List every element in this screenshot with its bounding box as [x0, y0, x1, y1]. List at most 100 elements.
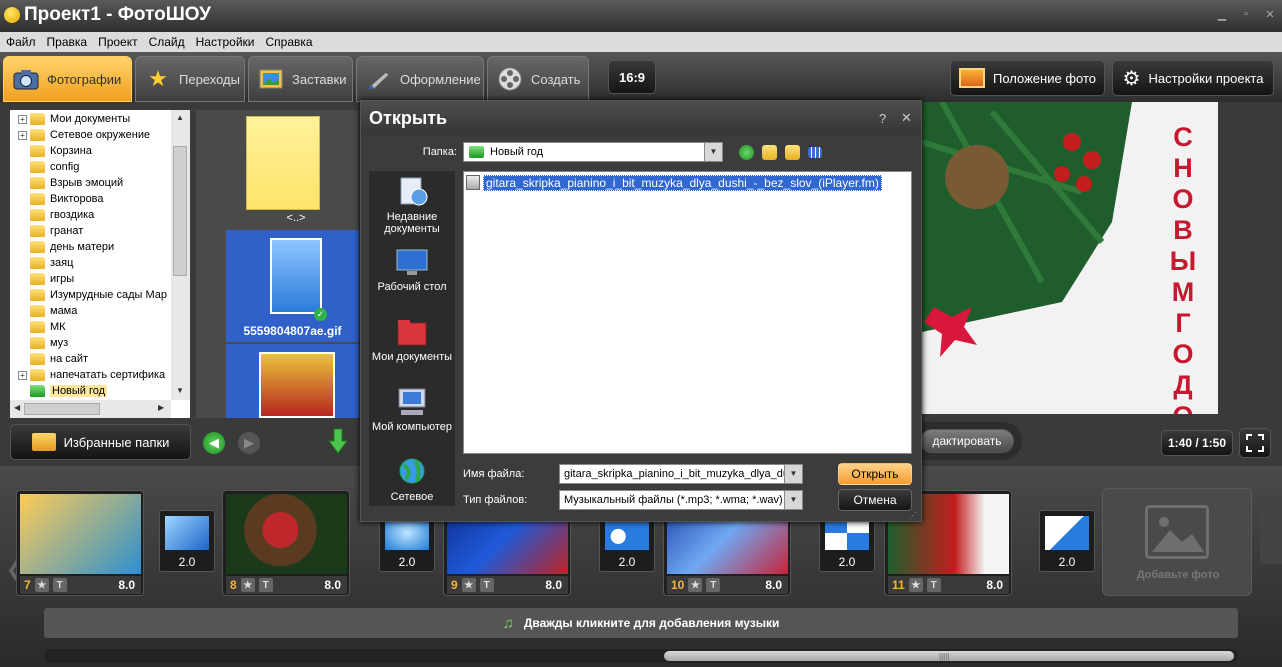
slide-8[interactable]: 8 ★ T 8.0 [222, 490, 350, 596]
text-icon[interactable]: T [706, 578, 721, 592]
star-icon[interactable]: ★ [908, 578, 923, 592]
place-network[interactable]: Сетевое [369, 457, 455, 503]
expand-icon[interactable]: + [18, 370, 27, 380]
aspect-ratio-button[interactable]: 16:9 [608, 60, 656, 94]
thumbnail-selected[interactable]: ✓ 5559804807ae.gif [226, 230, 359, 342]
folder-up-icon[interactable] [246, 116, 320, 210]
photo-position-button[interactable]: Положение фото [950, 60, 1105, 96]
menu-settings[interactable]: Настройки [190, 32, 260, 49]
tab-photos[interactable]: Фотографии [3, 56, 132, 102]
tree-item[interactable]: Корзина [10, 143, 171, 159]
file-item[interactable]: gitara_skripka_pianino_i_bit_muzyka_dlya… [466, 174, 882, 191]
my-documents-icon [395, 317, 429, 347]
tree-item[interactable]: игры [10, 271, 171, 287]
folder-icon [30, 321, 45, 333]
dialog-close-icon[interactable]: ✕ [901, 110, 912, 126]
transition-5[interactable]: 2.0 [1039, 510, 1095, 572]
minimize-icon[interactable]: ▁ [1214, 8, 1230, 21]
star-icon[interactable]: ★ [240, 578, 255, 592]
tab-transitions[interactable]: ★ Переходы [135, 56, 245, 102]
folder-tree[interactable]: + Мои документы + Сетевое окружение Корзина c… [10, 110, 190, 418]
tree-item[interactable]: Взрыв эмоций [10, 175, 171, 191]
tree-item[interactable]: + Мои документы [10, 111, 171, 127]
file-list[interactable]: gitara_skripka_pianino_i_bit_muzyka_dlya… [463, 171, 912, 454]
place-desktop[interactable]: Рабочий стол [369, 247, 455, 293]
music-track[interactable]: ♫ Дважды кликните для добавления музыки [44, 608, 1238, 638]
fullscreen-icon[interactable] [1239, 428, 1271, 458]
menu-project[interactable]: Проект [92, 32, 143, 49]
expand-icon[interactable]: + [18, 130, 27, 140]
tree-item[interactable]: МК [10, 319, 171, 335]
menu-help[interactable]: Справка [259, 32, 317, 49]
tree-horizontal-scrollbar[interactable]: ◀ ▶ [10, 400, 171, 418]
close-icon[interactable]: ✕ [1262, 8, 1278, 21]
star-icon[interactable]: ★ [688, 578, 703, 592]
slide-duration: 8.0 [118, 578, 135, 592]
tree-item[interactable]: Новый год [10, 383, 171, 399]
place-my-computer[interactable]: Мой компьютер [369, 387, 455, 433]
folder-icon [30, 209, 45, 221]
tab-intros[interactable]: Заставки [248, 56, 353, 102]
place-my-documents[interactable]: Мои документы [369, 317, 455, 363]
thumbnail-filename: 5559804807ae.gif [243, 324, 342, 338]
folder-select-value: Новый год [490, 146, 544, 158]
tree-item[interactable]: на сайт [10, 351, 171, 367]
menu-slide[interactable]: Слайд [143, 32, 190, 49]
star-icon[interactable]: ★ [461, 578, 476, 592]
tree-item[interactable]: день матери [10, 239, 171, 255]
tree-item[interactable]: config [10, 159, 171, 175]
forward-arrow-icon[interactable]: ▶ [238, 432, 260, 454]
folder-icon [30, 161, 45, 173]
filename-label: Имя файла: [463, 468, 525, 480]
slide-7[interactable]: 7 ★ T 8.0 [16, 490, 144, 596]
cancel-button[interactable]: Отмена [838, 489, 912, 511]
expand-icon[interactable]: + [18, 114, 27, 124]
filetype-select[interactable]: Музыкальный файлы (*.mp3; *.wma; *.wav) … [559, 490, 803, 510]
timeline-scrollbar[interactable]: ||||| [44, 649, 1238, 663]
tree-item[interactable]: + Сетевое окружение [10, 127, 171, 143]
help-icon[interactable]: ? [879, 111, 886, 126]
tree-item[interactable]: Викторова [10, 191, 171, 207]
add-photo-slot[interactable]: Добавьте фото [1102, 488, 1252, 596]
new-folder-icon[interactable] [785, 145, 800, 160]
tab-design[interactable]: Оформление [356, 56, 484, 102]
add-down-arrow-icon[interactable] [328, 428, 348, 454]
tree-item[interactable]: + напечатать сертифика [10, 367, 171, 383]
folder-up-icon[interactable] [762, 145, 777, 160]
folder-select[interactable]: Новый год ▼ [463, 142, 723, 162]
recent-documents-icon [395, 177, 429, 207]
text-icon[interactable]: T [52, 578, 67, 592]
tab-create[interactable]: Создать [487, 56, 589, 102]
resize-grip-icon[interactable]: ⋰ [909, 511, 917, 520]
tree-item[interactable]: гвоздика [10, 207, 171, 223]
tree-item[interactable]: муз [10, 335, 171, 351]
maximize-icon[interactable]: ▫ [1238, 8, 1254, 20]
nav-back-icon[interactable] [739, 145, 754, 160]
menu-edit[interactable]: Правка [41, 32, 93, 49]
place-recent[interactable]: Недавние документы [369, 177, 455, 235]
tree-item[interactable]: Изумрудные сады Мар [10, 287, 171, 303]
transition-duration: 2.0 [178, 555, 196, 569]
back-arrow-icon[interactable]: ◀ [203, 432, 225, 454]
tree-item[interactable]: заяц [10, 255, 171, 271]
tab-photos-label: Фотографии [47, 71, 122, 87]
slide-number: 10 [671, 578, 685, 592]
tree-vertical-scrollbar[interactable]: ▲ ▼ [171, 110, 190, 400]
favorite-folders-button[interactable]: Избранные папки [10, 424, 191, 460]
open-button[interactable]: Открыть [838, 463, 912, 485]
text-icon[interactable]: T [479, 578, 494, 592]
project-settings-button[interactable]: ⚙ Настройки проекта [1112, 60, 1274, 96]
menu-file[interactable]: Файл [0, 32, 41, 49]
view-menu-icon[interactable] [808, 147, 822, 158]
tree-item[interactable]: мама [10, 303, 171, 319]
star-icon[interactable]: ★ [34, 578, 49, 592]
favorites-label: Избранные папки [63, 434, 170, 450]
edit-button[interactable]: дактировать [920, 429, 1014, 453]
picture-icon [257, 65, 285, 93]
text-icon[interactable]: T [258, 578, 273, 592]
transition-1[interactable]: 2.0 [159, 510, 215, 572]
thumbnail-item[interactable] [226, 344, 359, 418]
text-icon[interactable]: T [926, 578, 941, 592]
tree-item[interactable]: гранат [10, 223, 171, 239]
filename-input[interactable]: gitara_skripka_pianino_i_bit_muzyka_dlya… [559, 464, 803, 484]
